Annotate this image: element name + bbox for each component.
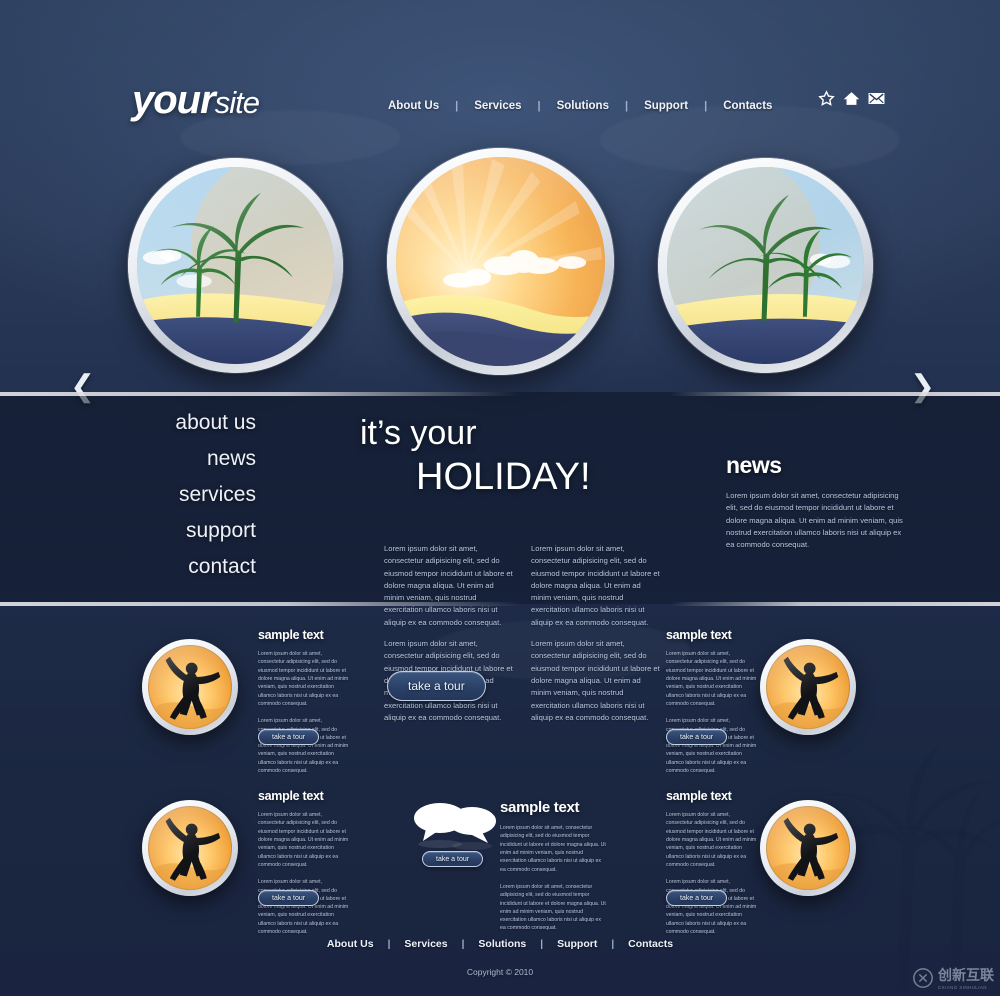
feature-block: sample text Lorem ipsum dolor sit amet, …: [666, 628, 758, 775]
feature-paragraph: Lorem ipsum dolor sit amet, consectetur …: [666, 718, 757, 775]
take-a-tour-button[interactable]: take a tour: [387, 671, 486, 701]
take-a-tour-button[interactable]: take a tour: [666, 729, 728, 745]
logo-part-secondary: site: [214, 85, 260, 120]
watermark-logo: 创新互联 CXIANG XINHULIAN: [912, 965, 994, 990]
speech-bubbles-icon: [412, 796, 498, 852]
feature-paragraph: Lorem ipsum dolor sit amet, consectetur …: [666, 651, 757, 707]
feature-paragraph: Lorem ipsum dolor sit amet, consectetur …: [500, 825, 606, 873]
nav-item-services[interactable]: Services: [458, 98, 537, 114]
jumping-person-badge[interactable]: [760, 800, 856, 896]
feature-paragraph: Lorem ipsum dolor sit amet, consectetur …: [258, 651, 349, 707]
slide-image-palm-beach: [137, 167, 334, 364]
page-root: yoursite About Us | Services | Solutions…: [0, 0, 1000, 996]
hero-carousel: ❮ ❯: [0, 140, 1000, 402]
news-body: Lorem ipsum dolor sit amet, consectetur …: [726, 491, 903, 550]
feature-title: sample text: [666, 628, 732, 642]
site-logo[interactable]: yoursite: [132, 78, 260, 123]
jumping-person-badge[interactable]: [142, 800, 238, 896]
take-a-tour-button[interactable]: take a tour: [258, 729, 320, 745]
star-icon[interactable]: [818, 90, 835, 107]
feature-block: sample text Lorem ipsum dolor sit amet, …: [258, 789, 350, 936]
sidebar-item-news[interactable]: news: [120, 447, 256, 470]
feature-block: sample text Lorem ipsum dolor sit amet, …: [666, 789, 758, 936]
feature-block: sample text Lorem ipsum dolor sit amet, …: [258, 628, 350, 775]
nav-item-contacts[interactable]: Contacts: [707, 98, 788, 114]
sidebar-item-contact[interactable]: contact: [120, 556, 256, 578]
feature-paragraph: Lorem ipsum dolor sit amet, consectetur …: [258, 812, 349, 868]
slide-image-sunset: [396, 157, 605, 366]
carousel-slide-left[interactable]: [128, 158, 343, 373]
feature-paragraph: Lorem ipsum dolor sit amet, consectetur …: [258, 879, 349, 936]
feature-paragraph: Lorem ipsum dolor sit amet, consectetur …: [258, 718, 349, 775]
feature-paragraph: Lorem ipsum dolor sit amet, consectetur …: [666, 879, 757, 936]
hero-paragraph: Lorem ipsum dolor sit amet, consectetur …: [531, 639, 660, 722]
feature-paragraph: Lorem ipsum dolor sit amet, consectetur …: [500, 883, 606, 932]
mail-icon[interactable]: [868, 90, 885, 107]
take-a-tour-button[interactable]: take a tour: [258, 890, 320, 906]
footer-nav-item-services[interactable]: Services: [390, 936, 461, 952]
footer-nav-item-about-us[interactable]: About Us: [313, 936, 388, 952]
copyright-text: Copyright © 2010: [466, 967, 534, 977]
logo-part-primary: your: [132, 78, 216, 122]
jumping-person-badge[interactable]: [760, 639, 856, 735]
feature-title: sample text: [258, 628, 324, 642]
watermark-mark-icon: [913, 967, 933, 988]
carousel-slide-right[interactable]: [658, 158, 873, 373]
nav-item-solutions[interactable]: Solutions: [541, 98, 625, 114]
feature-title: sample text: [258, 789, 324, 803]
nav-item-support[interactable]: Support: [628, 98, 704, 114]
hero-paragraph: Lorem ipsum dolor sit amet, consectetur …: [384, 544, 513, 627]
feature-title: sample text: [666, 789, 732, 803]
watermark-text: 创新互联: [938, 968, 994, 984]
sidebar-item-support[interactable]: support: [120, 520, 256, 542]
footer-nav-item-support[interactable]: Support: [543, 936, 611, 952]
footer-nav-item-contacts[interactable]: Contacts: [614, 936, 687, 952]
hero-column: Lorem ipsum dolor sit amet, consectetur …: [531, 543, 660, 724]
footer-nav-item-solutions[interactable]: Solutions: [464, 936, 540, 952]
sidebar-item-services[interactable]: services: [120, 484, 256, 506]
feature-block: sample text Lorem ipsum dolor sit amet, …: [500, 799, 608, 933]
feature-title: sample text: [500, 799, 580, 816]
news-title: news: [726, 452, 782, 478]
jumping-person-badge[interactable]: [142, 639, 238, 735]
sidebar-menu: about us news services support contact: [120, 411, 256, 578]
watermark-subtext: CXIANG XINHULIAN: [938, 985, 987, 990]
feature-paragraph: Lorem ipsum dolor sit amet, consectetur …: [666, 812, 757, 868]
hero-heading-line1: it’s your: [360, 414, 477, 452]
hero-heading: it’s your HOLIDAY!: [360, 414, 700, 499]
slide-image-palm-beach: [667, 167, 864, 364]
take-a-tour-button[interactable]: take a tour: [666, 890, 728, 906]
sidebar-item-about-us[interactable]: about us: [120, 411, 256, 434]
hero-paragraph: Lorem ipsum dolor sit amet, consectetur …: [531, 544, 660, 627]
carousel-slide-center[interactable]: [387, 148, 614, 375]
take-a-tour-button[interactable]: take a tour: [422, 851, 484, 867]
primary-navigation: About Us | Services | Solutions | Suppor…: [372, 98, 788, 114]
news-section: news Lorem ipsum dolor sit amet, consect…: [726, 452, 906, 551]
home-icon[interactable]: [843, 90, 860, 107]
header-icon-group: [818, 90, 885, 107]
nav-item-about-us[interactable]: About Us: [372, 98, 455, 114]
hero-heading-line2: HOLIDAY!: [416, 456, 591, 499]
footer-navigation: About Us | Services | Solutions | Suppor…: [0, 936, 1000, 952]
site-header: yoursite About Us | Services | Solutions…: [0, 0, 1000, 140]
